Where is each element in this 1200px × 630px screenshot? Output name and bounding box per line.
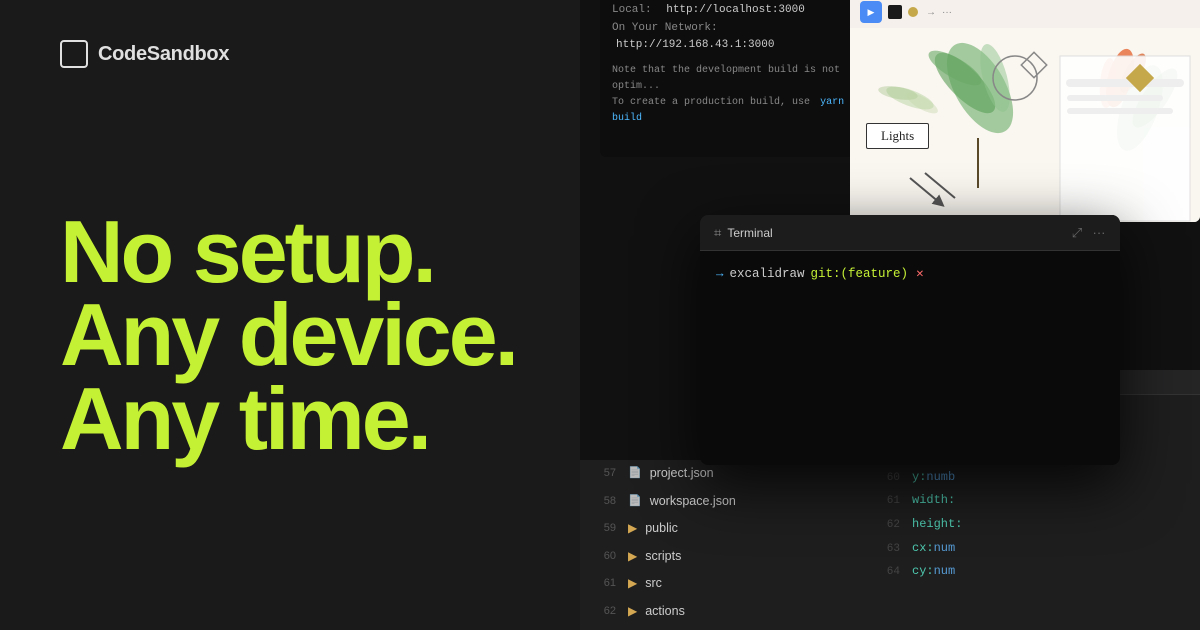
network-label: On Your Network: bbox=[612, 22, 718, 34]
prompt-dir: excalidraw bbox=[730, 265, 805, 284]
local-url: http://localhost:3000 bbox=[666, 4, 805, 16]
ln-62: 62 bbox=[876, 517, 900, 535]
line-num-57: 57 bbox=[596, 466, 616, 481]
terminal-body: → excalidraw git:(feature) ✕ bbox=[700, 251, 1120, 298]
excalidraw-lights-label: Lights bbox=[866, 123, 929, 149]
dev-server-note: Note that the development build is not o… bbox=[612, 63, 858, 127]
folder-name-public: public bbox=[645, 520, 678, 538]
file-tree-panel: 57 📄 project.json 58 📄 workspace.json 59… bbox=[580, 460, 860, 630]
file-tree-item-actions[interactable]: 62 ▶ actions bbox=[580, 598, 860, 626]
file-icon: 📄 bbox=[628, 466, 642, 481]
line-num-62: 62 bbox=[596, 604, 616, 619]
folder-name-src: src bbox=[645, 575, 662, 593]
codesandbox-logo-icon bbox=[60, 40, 88, 68]
folder-name-scripts: scripts bbox=[645, 548, 681, 566]
file-name-project-json: project.json bbox=[650, 465, 714, 483]
code-line-60: 60 y: numb bbox=[860, 466, 1200, 490]
headline-line3: Any time. bbox=[60, 377, 520, 461]
excalidraw-window: ▶ → ··· bbox=[850, 0, 1200, 222]
headline-line2: Any device. bbox=[60, 293, 520, 377]
file-name-workspace-json: workspace.json bbox=[650, 493, 736, 511]
file-icon-2: 📄 bbox=[628, 494, 642, 509]
dev-server-local: Local: http://localhost:3000 bbox=[612, 2, 858, 20]
folder-icon-public: ▶ bbox=[628, 520, 637, 537]
code-line-64: 64 cy: num bbox=[860, 560, 1200, 584]
line-num-59: 59 bbox=[596, 521, 616, 536]
file-tree-item-src[interactable]: 61 ▶ src bbox=[580, 570, 860, 598]
terminal-controls[interactable]: ⤢ ··· bbox=[1070, 226, 1106, 240]
botanical-canvas: Lights bbox=[850, 28, 1200, 222]
prompt-arrow: → bbox=[716, 265, 724, 284]
prompt-x: ✕ bbox=[916, 265, 924, 284]
terminal-titlebar: ⌗ Terminal ⤢ ··· bbox=[700, 215, 1120, 251]
file-tree-item-scripts[interactable]: 60 ▶ scripts bbox=[580, 543, 860, 571]
terminal-title: ⌗ Terminal bbox=[714, 225, 773, 241]
terminal-window: ⌗ Terminal ⤢ ··· → excalidraw git:(featu… bbox=[700, 215, 1120, 465]
line-num-61: 61 bbox=[596, 576, 616, 591]
excalidraw-more-tools[interactable]: ··· bbox=[942, 7, 952, 18]
note-line2: To create a production build, use bbox=[612, 97, 810, 108]
line-num-60: 60 bbox=[596, 549, 616, 564]
terminal-more-btn[interactable]: ··· bbox=[1092, 226, 1106, 240]
prompt-branch: git:(feature) bbox=[811, 265, 909, 284]
folder-icon-actions: ▶ bbox=[628, 603, 637, 620]
folder-name-actions: actions bbox=[645, 603, 685, 621]
line-num-58: 58 bbox=[596, 494, 616, 509]
code-line-62: 62 height: bbox=[860, 513, 1200, 537]
brand-name: CodeSandbox bbox=[98, 43, 229, 66]
network-url: http://192.168.43.1:3000 bbox=[616, 39, 774, 51]
terminal-title-text: Terminal bbox=[727, 226, 772, 240]
ln-63: 63 bbox=[876, 541, 900, 559]
right-panel: Local: http://localhost:3000 On Your Net… bbox=[580, 0, 1200, 630]
excalidraw-tool-rect[interactable] bbox=[888, 5, 902, 19]
excalidraw-toolbar: ▶ → ··· bbox=[856, 0, 1194, 26]
ln-61: 61 bbox=[876, 493, 900, 511]
local-label: Local: bbox=[612, 4, 652, 16]
file-tree-item-workspace-json[interactable]: 58 📄 workspace.json bbox=[580, 488, 860, 516]
code-line-63: 63 cx: num bbox=[860, 537, 1200, 561]
note-line1: Note that the development build is not o… bbox=[612, 63, 858, 95]
dev-server-window: Local: http://localhost:3000 On Your Net… bbox=[600, 0, 870, 157]
headline-line1: No setup. bbox=[60, 210, 520, 294]
logo-container: CodeSandbox bbox=[60, 40, 229, 68]
hero-panel: CodeSandbox No setup. Any device. Any ti… bbox=[0, 0, 580, 630]
excalidraw-play-btn[interactable]: ▶ bbox=[860, 1, 882, 23]
folder-icon-src: ▶ bbox=[628, 575, 637, 592]
dev-server-network: On Your Network: http://192.168.43.1:300… bbox=[612, 20, 858, 55]
ln-64: 64 bbox=[876, 564, 900, 582]
file-tree-item-public[interactable]: 59 ▶ public bbox=[580, 515, 860, 543]
terminal-expand-btn[interactable]: ⤢ bbox=[1070, 226, 1084, 240]
excalidraw-tool-diamond[interactable] bbox=[906, 5, 920, 19]
ln-60: 60 bbox=[876, 470, 900, 488]
excalidraw-tool-arrow[interactable]: → bbox=[926, 7, 936, 18]
terminal-icon: ⌗ bbox=[714, 225, 721, 241]
code-line-61: 61 width: bbox=[860, 489, 1200, 513]
hero-headline: No setup. Any device. Any time. bbox=[60, 210, 520, 461]
folder-icon-scripts: ▶ bbox=[628, 548, 637, 565]
dev-server-content: Local: http://localhost:3000 On Your Net… bbox=[600, 0, 870, 137]
terminal-prompt: → excalidraw git:(feature) ✕ bbox=[716, 265, 1104, 284]
